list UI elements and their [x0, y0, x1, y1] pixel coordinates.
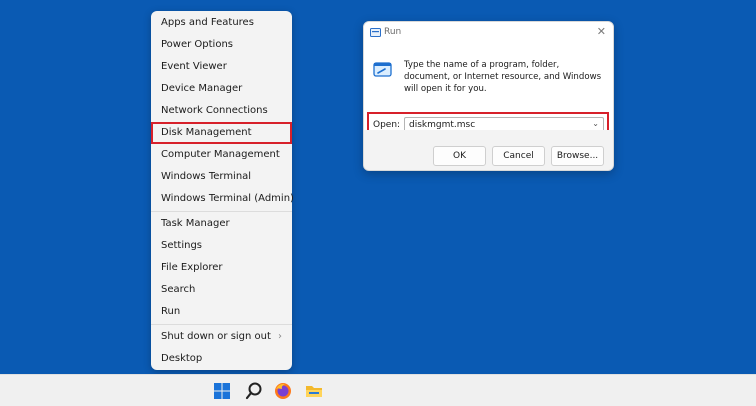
menu-item-windows-terminal-admin[interactable]: Windows Terminal (Admin) [151, 188, 294, 210]
menu-item-windows-terminal[interactable]: Windows Terminal [151, 166, 292, 188]
menu-item-power-options[interactable]: Power Options [151, 34, 292, 56]
search-icon[interactable] [244, 381, 264, 401]
menu-item-device-manager[interactable]: Device Manager [151, 78, 292, 100]
menu-item-shut-down-or-sign-out[interactable]: Shut down or sign out › [151, 326, 292, 348]
run-icon [370, 28, 381, 37]
run-title: Run [384, 27, 402, 37]
menu-item-network-connections[interactable]: Network Connections [151, 100, 292, 122]
menu-item-event-viewer[interactable]: Event Viewer [151, 56, 292, 78]
run-dialog: Run ✕ Type the name of a program, folder… [363, 21, 614, 171]
menu-separator [151, 324, 292, 325]
firefox-icon[interactable] [273, 381, 293, 401]
run-program-icon [373, 62, 392, 77]
cancel-button[interactable]: Cancel [492, 146, 545, 166]
run-footer: OK Cancel Browse... [364, 130, 613, 170]
menu-item-task-manager[interactable]: Task Manager [151, 213, 292, 235]
browse-button[interactable]: Browse... [551, 146, 604, 166]
run-body: Type the name of a program, folder, docu… [364, 44, 613, 137]
menu-item-run[interactable]: Run [151, 301, 292, 323]
menu-item-label: Shut down or sign out [161, 331, 271, 342]
chevron-down-icon[interactable]: ⌄ [592, 119, 599, 128]
close-icon[interactable]: ✕ [597, 25, 606, 38]
run-description: Type the name of a program, folder, docu… [404, 60, 602, 94]
winx-menu: Apps and Features Power Options Event Vi… [151, 11, 294, 370]
open-label: Open: [373, 120, 401, 130]
ok-button[interactable]: OK [433, 146, 486, 166]
menu-item-file-explorer[interactable]: File Explorer [151, 257, 292, 279]
chevron-right-icon: › [278, 331, 282, 342]
open-input-value: diskmgmt.msc [409, 120, 476, 130]
taskbar [0, 374, 756, 406]
menu-item-disk-management[interactable]: Disk Management [151, 122, 292, 144]
windows-start-icon[interactable] [212, 381, 232, 401]
menu-item-apps-and-features[interactable]: Apps and Features [151, 12, 292, 34]
file-explorer-icon[interactable] [304, 381, 324, 401]
menu-item-computer-management[interactable]: Computer Management [151, 144, 292, 166]
menu-item-desktop[interactable]: Desktop [151, 348, 292, 370]
menu-separator [151, 211, 292, 212]
menu-item-settings[interactable]: Settings [151, 235, 292, 257]
run-titlebar[interactable]: Run ✕ [364, 22, 613, 44]
menu-item-search[interactable]: Search [151, 279, 292, 301]
